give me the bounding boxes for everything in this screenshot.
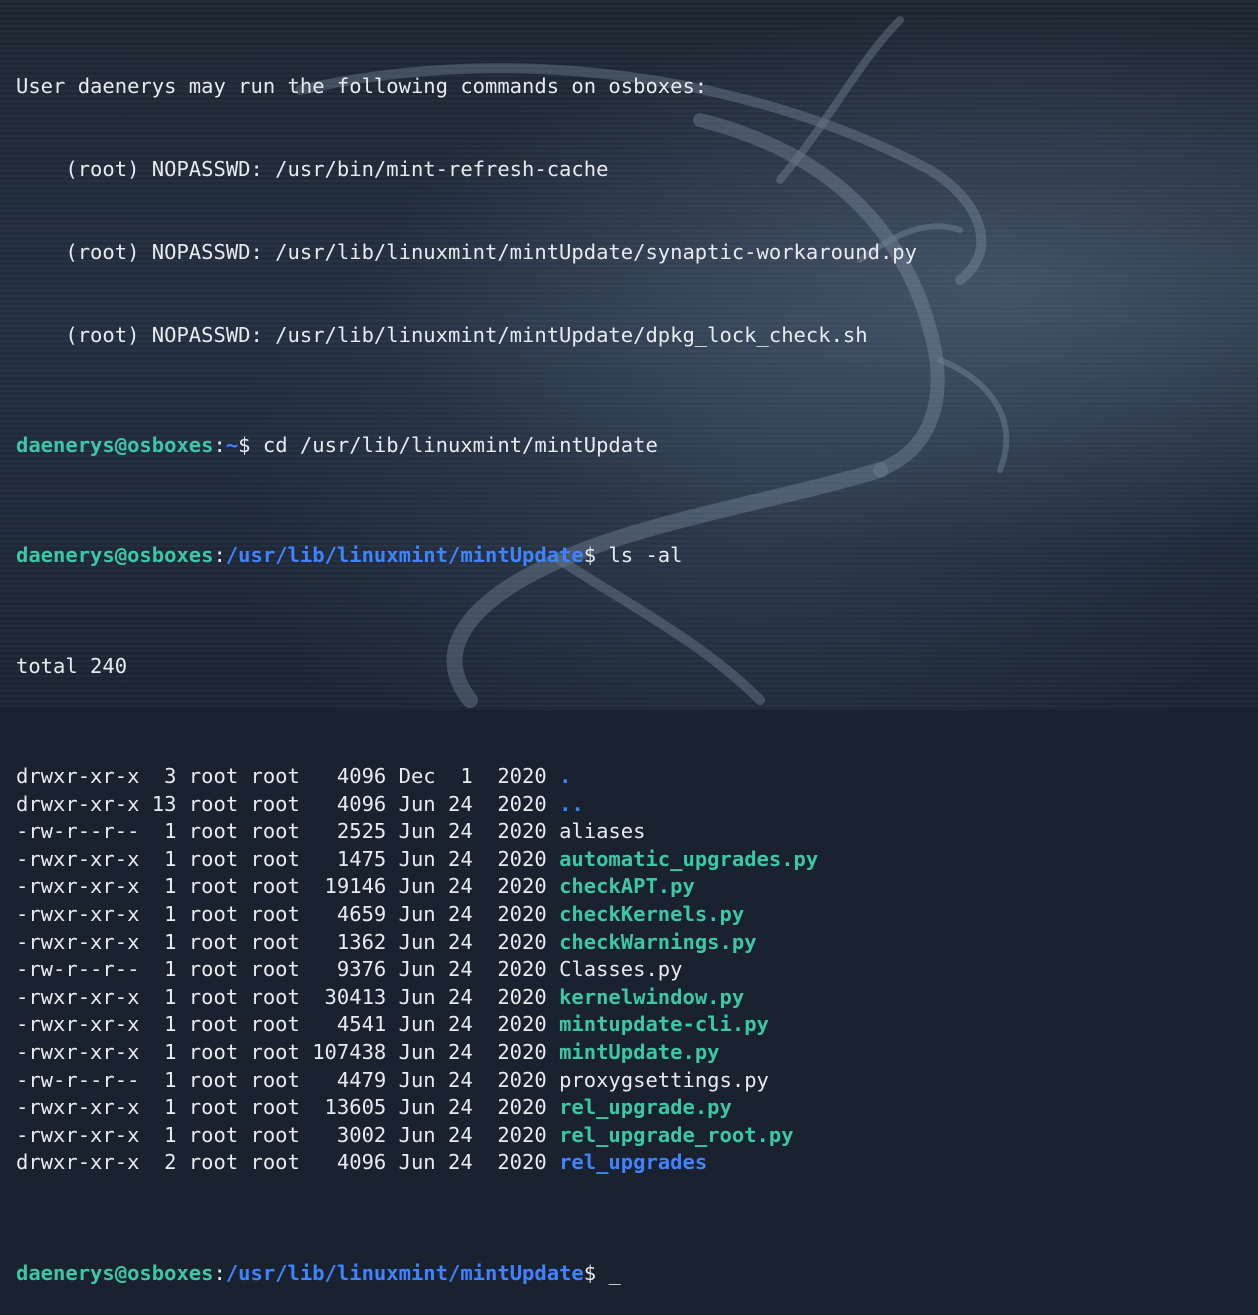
listing-row: -rwxr-xr-x 1 root root 107438 Jun 24 202… — [16, 1039, 1258, 1067]
prompt-path: /usr/lib/linuxmint/mintUpdate — [225, 1260, 584, 1285]
listing-row: -rw-r--r-- 1 root root 2525 Jun 24 2020 … — [16, 818, 1258, 846]
directory-listing: drwxr-xr-x 3 root root 4096 Dec 1 2020 .… — [16, 763, 1258, 1177]
terminal-output[interactable]: User daenerys may run the following comm… — [16, 18, 1258, 1315]
listing-meta: drwxr-xr-x 13 root root 4096 Jun 24 2020 — [16, 791, 560, 816]
listing-filename[interactable]: proxygsettings.py — [559, 1068, 769, 1092]
command-text: cd /usr/lib/linuxmint/mintUpdate — [250, 432, 658, 457]
total-line: total 240 — [16, 653, 128, 678]
terminal-cursor[interactable]: _ — [608, 1261, 620, 1285]
listing-row: -rw-r--r-- 1 root root 4479 Jun 24 2020 … — [16, 1067, 1258, 1095]
listing-meta: drwxr-xr-x 2 root root 4096 Jun 24 2020 — [16, 1150, 560, 1175]
prompt-user: daenerys@osboxes — [16, 1260, 214, 1285]
listing-filename[interactable]: mintUpdate.py — [559, 1040, 719, 1064]
listing-filename[interactable]: . — [559, 764, 571, 788]
listing-filename[interactable]: rel_upgrade.py — [559, 1095, 732, 1119]
listing-filename[interactable]: .. — [559, 792, 584, 816]
listing-filename[interactable]: Classes.py — [559, 957, 682, 981]
listing-row: drwxr-xr-x 2 root root 4096 Jun 24 2020 … — [16, 1149, 1258, 1177]
listing-meta: -rw-r--r-- 1 root root 9376 Jun 24 2020 — [16, 957, 560, 982]
prompt-colon: : — [213, 543, 226, 568]
listing-meta: -rwxr-xr-x 1 root root 3002 Jun 24 2020 — [16, 1122, 560, 1147]
prompt-symbol: $ — [238, 432, 251, 457]
prompt-path: ~ — [225, 432, 239, 457]
prompt-line: daenerys@osboxes:~$ cd /usr/lib/linuxmin… — [16, 432, 1258, 460]
listing-filename[interactable]: aliases — [559, 819, 645, 843]
listing-filename[interactable]: automatic_upgrades.py — [559, 847, 818, 871]
listing-filename[interactable]: kernelwindow.py — [559, 985, 744, 1009]
listing-row: -rwxr-xr-x 1 root root 3002 Jun 24 2020 … — [16, 1122, 1258, 1150]
listing-meta: -rwxr-xr-x 1 root root 30413 Jun 24 2020 — [16, 984, 560, 1009]
prompt-symbol: $ — [583, 543, 597, 568]
listing-row: -rwxr-xr-x 1 root root 4659 Jun 24 2020 … — [16, 901, 1258, 929]
listing-meta: -rw-r--r-- 1 root root 4479 Jun 24 2020 — [16, 1067, 560, 1092]
listing-row: -rwxr-xr-x 1 root root 4541 Jun 24 2020 … — [16, 1011, 1258, 1039]
listing-meta: -rwxr-xr-x 1 root root 4659 Jun 24 2020 — [16, 902, 560, 926]
listing-meta: -rwxr-xr-x 1 root root 4541 Jun 24 2020 — [16, 1012, 560, 1037]
listing-row: -rw-r--r-- 1 root root 9376 Jun 24 2020 … — [16, 956, 1258, 984]
listing-filename[interactable]: rel_upgrade_root.py — [559, 1123, 794, 1147]
command-text — [596, 1261, 608, 1285]
listing-meta: -rwxr-xr-x 1 root root 107438 Jun 24 202… — [16, 1039, 560, 1064]
prompt-user: daenerys@osboxes — [16, 543, 214, 568]
listing-row: -rwxr-xr-x 1 root root 30413 Jun 24 2020… — [16, 984, 1258, 1012]
listing-meta: -rwxr-xr-x 1 root root 19146 Jun 24 2020 — [16, 874, 560, 899]
listing-meta: -rwxr-xr-x 1 root root 1475 Jun 24 2020 — [16, 846, 560, 871]
listing-filename[interactable]: rel_upgrades — [559, 1150, 707, 1174]
listing-filename[interactable]: checkWarnings.py — [559, 930, 756, 954]
listing-row: -rwxr-xr-x 1 root root 13605 Jun 24 2020… — [16, 1094, 1258, 1122]
prompt-colon: : — [213, 432, 226, 457]
listing-meta: -rw-r--r-- 1 root root 2525 Jun 24 2020 — [16, 819, 560, 844]
sudo-rule: (root) NOPASSWD: /usr/bin/mint-refresh-c… — [16, 156, 609, 181]
listing-row: -rwxr-xr-x 1 root root 1475 Jun 24 2020 … — [16, 846, 1258, 874]
listing-meta: -rwxr-xr-x 1 root root 13605 Jun 24 2020 — [16, 1095, 560, 1120]
listing-filename[interactable]: checkAPT.py — [559, 874, 695, 898]
command-text: ls -al — [596, 543, 683, 568]
prompt-line[interactable]: daenerys@osboxes:/usr/lib/linuxmint/mint… — [16, 1260, 1258, 1288]
prompt-colon: : — [213, 1260, 226, 1285]
listing-filename[interactable]: mintupdate-cli.py — [559, 1012, 769, 1036]
listing-filename[interactable]: checkKernels.py — [559, 902, 744, 926]
prompt-path: /usr/lib/linuxmint/mintUpdate — [225, 543, 584, 568]
listing-row: drwxr-xr-x 13 root root 4096 Jun 24 2020… — [16, 791, 1258, 819]
listing-meta: -rwxr-xr-x 1 root root 1362 Jun 24 2020 — [16, 929, 560, 954]
prompt-user: daenerys@osboxes — [16, 432, 214, 457]
listing-meta: drwxr-xr-x 3 root root 4096 Dec 1 2020 — [16, 764, 560, 789]
listing-row: drwxr-xr-x 3 root root 4096 Dec 1 2020 . — [16, 763, 1258, 791]
listing-row: -rwxr-xr-x 1 root root 1362 Jun 24 2020 … — [16, 929, 1258, 957]
prompt-line: daenerys@osboxes:/usr/lib/linuxmint/mint… — [16, 542, 1258, 570]
sudo-rule: (root) NOPASSWD: /usr/lib/linuxmint/mint… — [16, 322, 868, 347]
listing-row: -rwxr-xr-x 1 root root 19146 Jun 24 2020… — [16, 873, 1258, 901]
sudo-header: User daenerys may run the following comm… — [16, 74, 708, 99]
prompt-symbol: $ — [583, 1260, 597, 1285]
sudo-rule: (root) NOPASSWD: /usr/lib/linuxmint/mint… — [16, 239, 917, 264]
